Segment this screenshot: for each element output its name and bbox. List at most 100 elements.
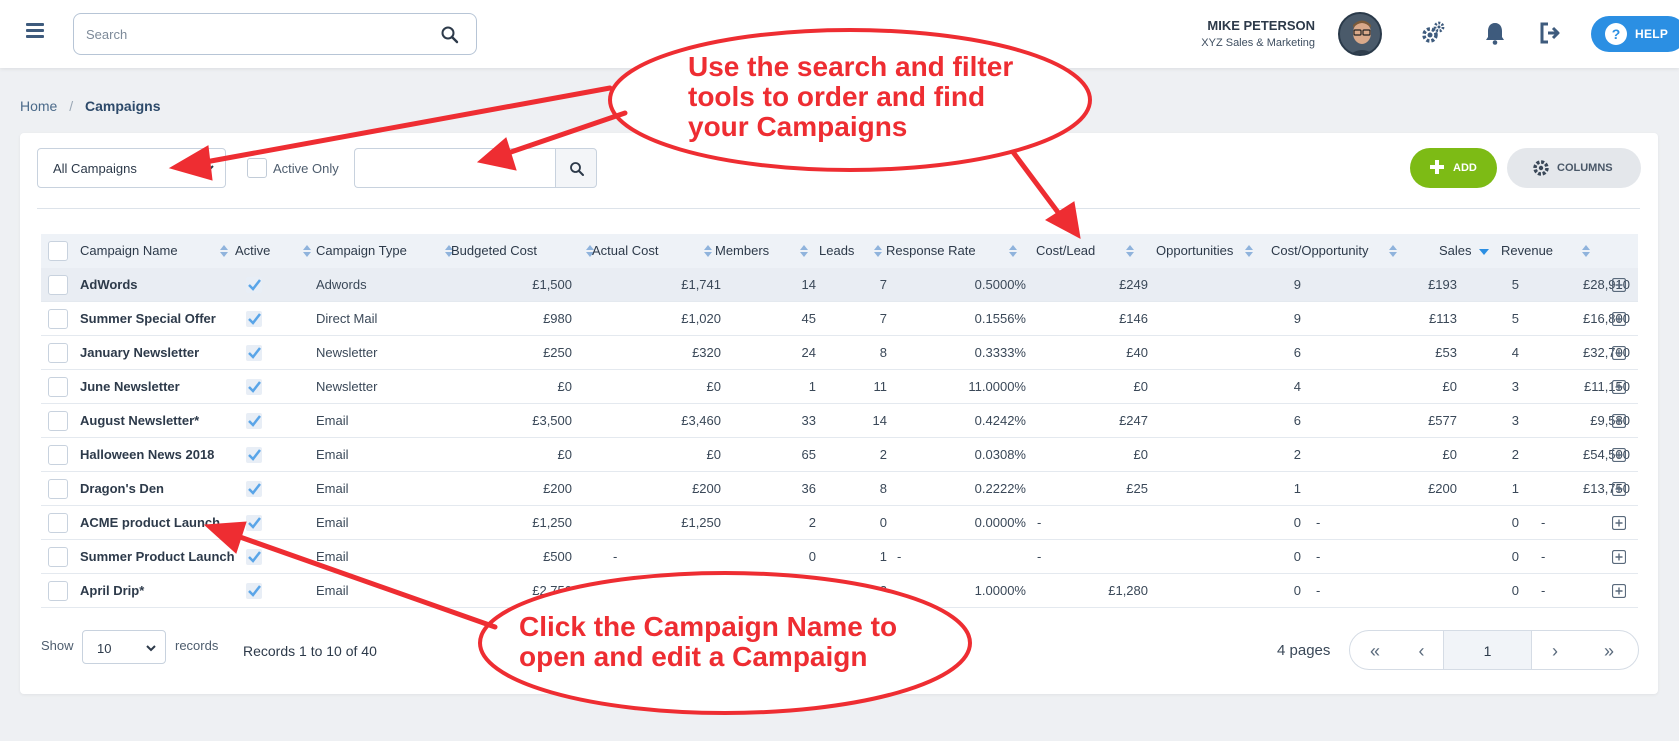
columns-label: COLUMNS xyxy=(1557,162,1613,174)
revenue: - xyxy=(1541,515,1546,530)
campaign-name-link[interactable]: Summer Product Launch xyxy=(80,540,235,574)
sort-icon[interactable] xyxy=(1581,244,1591,258)
expand-row-icon[interactable] xyxy=(1612,516,1626,530)
expand-row-icon[interactable] xyxy=(1612,380,1626,394)
table-row[interactable]: Summer Product Launch Email £500-0 1- -0-0- xyxy=(41,540,1638,574)
col-revenue[interactable]: Revenue xyxy=(1501,234,1553,268)
menu-icon[interactable] xyxy=(26,23,44,39)
expand-row-icon[interactable] xyxy=(1612,448,1626,462)
sort-icon[interactable] xyxy=(1008,244,1018,258)
logout-icon[interactable] xyxy=(1538,20,1564,46)
campaign-name-link[interactable]: June Newsletter xyxy=(80,370,180,404)
table-row[interactable]: January Newsletter Newsletter £250 £320 24 8 0… xyxy=(41,336,1638,370)
add-campaign-button[interactable]: ADD xyxy=(1410,148,1497,188)
table-row[interactable]: Summer Special Offer Direct Mail £980 £1,02… xyxy=(41,302,1638,336)
col-leads[interactable]: Leads xyxy=(819,234,854,268)
col-response-rate[interactable]: Response Rate xyxy=(886,234,976,268)
cost-per-lead: - xyxy=(1037,515,1042,530)
col-campaign-name[interactable]: Campaign Name xyxy=(80,234,178,268)
callout-line: your Campaigns xyxy=(688,111,908,142)
campaign-name-link[interactable]: AdWords xyxy=(80,268,138,302)
campaign-name-link[interactable]: Halloween News 2018 xyxy=(80,438,214,472)
expand-row-icon[interactable] xyxy=(1612,278,1626,292)
sort-icon[interactable] xyxy=(703,244,713,258)
current-page-input[interactable]: 1 xyxy=(1443,631,1532,669)
row-checkbox[interactable] xyxy=(48,513,68,533)
cost-per-opportunity: £0 xyxy=(1442,379,1457,394)
avatar[interactable] xyxy=(1338,12,1382,56)
row-checkbox[interactable] xyxy=(48,445,68,465)
row-checkbox[interactable] xyxy=(48,411,68,431)
columns-button[interactable]: COLUMNS xyxy=(1507,148,1641,188)
sort-icon[interactable] xyxy=(873,244,883,258)
cost-per-lead: £249 xyxy=(1119,277,1148,292)
col-active[interactable]: Active xyxy=(235,234,270,268)
opportunities-count: 0 xyxy=(1293,549,1301,564)
cost-per-opportunity: £193 xyxy=(1428,277,1457,292)
sort-icon[interactable] xyxy=(799,244,809,258)
breadcrumb-current: Campaigns xyxy=(85,98,161,114)
expand-row-icon[interactable] xyxy=(1612,346,1626,360)
col-members[interactable]: Members xyxy=(715,234,769,268)
help-button[interactable]: ? HELP xyxy=(1591,16,1679,52)
active-only-checkbox[interactable] xyxy=(247,158,267,178)
col-cost-lead[interactable]: Cost/Lead xyxy=(1036,234,1095,268)
col-budgeted-cost[interactable]: Budgeted Cost xyxy=(451,234,537,268)
breadcrumb-home[interactable]: Home xyxy=(20,98,57,114)
row-checkbox[interactable] xyxy=(48,479,68,499)
expand-row-icon[interactable] xyxy=(1612,312,1626,326)
sort-icon[interactable] xyxy=(302,244,312,258)
row-checkbox[interactable] xyxy=(48,377,68,397)
campaign-name-link[interactable]: Dragon's Den xyxy=(80,472,164,506)
row-checkbox[interactable] xyxy=(48,581,68,601)
filter-input[interactable] xyxy=(354,148,555,188)
search-input[interactable] xyxy=(86,24,416,44)
row-checkbox[interactable] xyxy=(48,547,68,567)
settings-gears-icon[interactable] xyxy=(1420,20,1446,46)
campaign-name-link[interactable]: January Newsletter xyxy=(80,336,199,370)
last-page-button[interactable]: » xyxy=(1578,631,1638,669)
expand-row-icon[interactable] xyxy=(1612,482,1626,496)
col-sales[interactable]: Sales xyxy=(1439,234,1472,268)
sort-icon[interactable] xyxy=(219,244,229,258)
actual-cost: £0 xyxy=(706,447,721,462)
expand-row-icon[interactable] xyxy=(1612,550,1626,564)
col-campaign-type[interactable]: Campaign Type xyxy=(316,234,407,268)
campaign-name-link[interactable]: ACME product Launch xyxy=(80,506,220,540)
campaign-name-link[interactable]: April Drip* xyxy=(80,574,144,608)
table-row[interactable]: AdWords Adwords £1,500 £1,741 14 7 0.5000% £249… xyxy=(41,268,1638,302)
next-page-button[interactable]: › xyxy=(1532,631,1578,669)
sort-icon[interactable] xyxy=(1388,244,1398,258)
per-page-select[interactable]: 10 xyxy=(82,630,166,664)
sort-desc-icon[interactable] xyxy=(1479,247,1489,261)
first-page-button[interactable]: « xyxy=(1350,631,1400,669)
prev-page-button[interactable]: ‹ xyxy=(1400,631,1443,669)
table-row[interactable]: April Drip* Email £2,750 £2,560 2 2 1.0000% £1,… xyxy=(41,574,1638,608)
sort-icon[interactable] xyxy=(1244,244,1254,258)
global-search[interactable] xyxy=(73,13,477,55)
members-count: 0 xyxy=(808,549,816,564)
expand-row-icon[interactable] xyxy=(1612,584,1626,598)
table-row[interactable]: Dragon's Den Email £200 £200 36 8 0.2222% £25 1 £… xyxy=(41,472,1638,506)
expand-row-icon[interactable] xyxy=(1612,414,1626,428)
select-all-checkbox[interactable] xyxy=(48,241,68,261)
col-opportunities[interactable]: Opportunities xyxy=(1156,234,1233,268)
row-checkbox[interactable] xyxy=(48,309,68,329)
row-checkbox[interactable] xyxy=(48,343,68,363)
filter-search-button[interactable] xyxy=(555,148,597,188)
table-row[interactable]: ACME product Launch Email £1,250 £1,250 2 0 0.… xyxy=(41,506,1638,540)
table-row[interactable]: August Newsletter* Email £3,500 £3,460 33 14 0… xyxy=(41,404,1638,438)
sort-icon[interactable] xyxy=(1125,244,1135,258)
callout-line: tools to order and find xyxy=(688,81,986,112)
search-icon[interactable] xyxy=(440,25,460,45)
view-select[interactable]: All Campaigns xyxy=(37,148,226,188)
campaign-name-link[interactable]: August Newsletter* xyxy=(80,404,199,438)
table-row[interactable]: Halloween News 2018 Email £0 £0 65 2 0.0308% £0… xyxy=(41,438,1638,472)
col-cost-opportunity[interactable]: Cost/Opportunity xyxy=(1271,234,1369,268)
row-checkbox[interactable] xyxy=(48,275,68,295)
bell-icon[interactable] xyxy=(1482,20,1508,46)
campaign-name-link[interactable]: Summer Special Offer xyxy=(80,302,216,336)
breadcrumb-separator: / xyxy=(69,98,74,114)
table-row[interactable]: June Newsletter Newsletter £0 £0 1 11 11.0000%… xyxy=(41,370,1638,404)
col-actual-cost[interactable]: Actual Cost xyxy=(592,234,658,268)
